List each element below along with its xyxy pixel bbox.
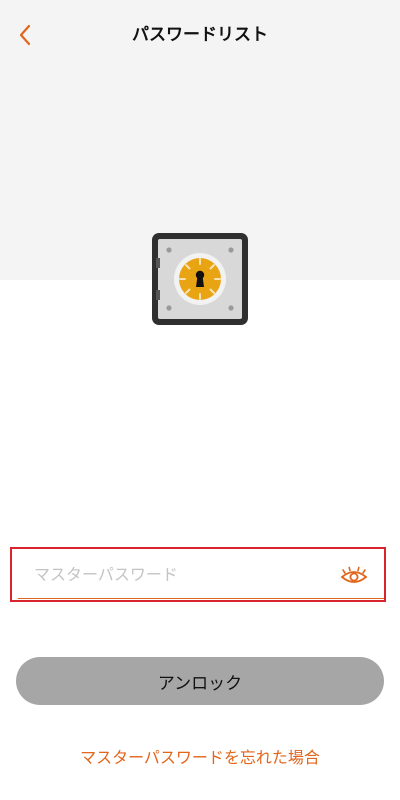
show-password-toggle[interactable] [340, 566, 368, 586]
master-password-input[interactable] [20, 549, 324, 599]
back-button[interactable] [10, 20, 40, 50]
password-underline [18, 598, 384, 599]
eye-icon [340, 566, 368, 583]
password-field-container [10, 547, 386, 602]
unlock-button[interactable]: アンロック [16, 657, 384, 705]
safe-lock-icon [152, 233, 248, 325]
forgot-password-link[interactable]: マスターパスワードを忘れた場合 [0, 745, 400, 771]
master-password-screen: パスワードリスト アンロック マスターパスワードを忘れた場合 [0, 0, 400, 800]
chevron-left-icon [19, 24, 31, 46]
